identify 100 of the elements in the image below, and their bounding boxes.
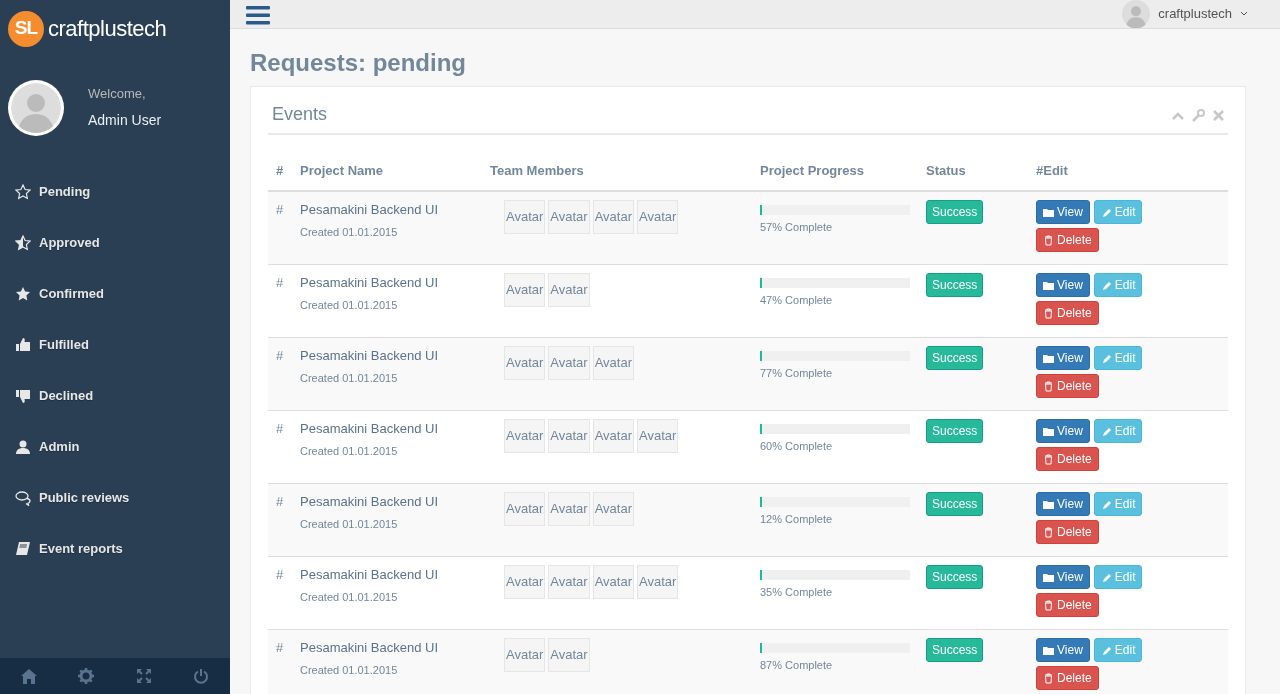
pencil-icon	[1100, 279, 1112, 291]
avatar-image: Avatar	[504, 565, 546, 599]
menu-icon	[246, 4, 270, 25]
avatar-image: Avatar	[592, 492, 635, 526]
view-button[interactable]: View	[1036, 492, 1090, 517]
created-date: Created 01.01.2015	[300, 662, 399, 678]
delete-button[interactable]: Delete	[1036, 228, 1099, 253]
row-index: #	[268, 191, 292, 265]
avatar-image: Avatar	[504, 200, 546, 234]
trash-icon	[1043, 234, 1054, 246]
power-icon	[193, 668, 210, 684]
avatar-image: Avatar	[548, 200, 590, 234]
sidebar-item[interactable]: Declined	[0, 370, 230, 421]
progress-text: 57% Complete	[760, 220, 834, 236]
progress-text: 12% Complete	[760, 512, 834, 528]
created-date: Created 01.01.2015	[300, 297, 399, 313]
project-name: Pesamakini Backend UI	[300, 493, 439, 512]
pencil-icon	[1100, 425, 1112, 437]
trash-icon	[1043, 672, 1054, 684]
view-button[interactable]: View	[1036, 346, 1090, 371]
expand-icon	[135, 668, 152, 684]
project-name: Pesamakini Backend UI	[300, 347, 439, 366]
thumbs-down-icon	[15, 387, 31, 404]
avatar-image: Avatar	[504, 273, 546, 307]
avatar-image: Avatar	[548, 492, 590, 526]
created-date: Created 01.01.2015	[300, 370, 399, 386]
page-title: Requests: pending	[250, 49, 467, 78]
home-icon	[19, 668, 38, 684]
panel-title: Events	[272, 103, 328, 127]
sidebar-item[interactable]: Approved	[0, 217, 230, 268]
book-icon	[15, 540, 31, 557]
close-icon	[1213, 110, 1224, 122]
thumbs-up-icon	[15, 336, 31, 353]
trash-icon	[1043, 380, 1054, 392]
trash-icon	[1043, 526, 1054, 538]
delete-button[interactable]: Delete	[1036, 301, 1099, 326]
view-button[interactable]: View	[1036, 638, 1090, 663]
sidebar-item[interactable]: Event reports	[0, 523, 230, 574]
avatar-image: Avatar	[504, 492, 546, 526]
created-date: Created 01.01.2015	[300, 589, 399, 605]
avatar-image: Avatar	[548, 419, 590, 453]
pencil-icon	[1100, 498, 1112, 510]
sidebar-item[interactable]: Admin	[0, 421, 230, 472]
gear-icon	[78, 668, 95, 684]
user-icon	[15, 438, 31, 455]
half-star-icon	[15, 234, 31, 251]
pencil-icon	[1100, 352, 1112, 364]
avatar-image: Avatar	[592, 200, 635, 234]
created-date: Created 01.01.2015	[300, 516, 399, 532]
folder-icon	[1043, 498, 1054, 510]
sidebar-item[interactable]: Confirmed	[0, 268, 230, 319]
pencil-icon	[1100, 644, 1112, 656]
delete-button[interactable]: Delete	[1036, 520, 1099, 545]
user-menu[interactable]: craftplustech	[1158, 4, 1232, 24]
pencil-icon	[1100, 206, 1112, 218]
avatar-image: Avatar	[504, 419, 546, 453]
avatar-image: Avatar	[637, 419, 679, 453]
sidebar-item[interactable]: Fulfilled	[0, 319, 230, 370]
status-badge: Success	[926, 273, 984, 298]
project-name: Pesamakini Backend UI	[300, 201, 439, 220]
created-date: Created 01.01.2015	[300, 224, 399, 240]
trash-icon	[1043, 599, 1054, 611]
status-badge: Success	[926, 638, 984, 663]
trash-icon	[1043, 453, 1054, 465]
avatar-image: Avatar	[592, 419, 635, 453]
view-button[interactable]: View	[1036, 419, 1090, 444]
speech-bubbles-icon	[15, 489, 31, 506]
delete-button[interactable]: Delete	[1036, 593, 1099, 618]
delete-button[interactable]: Delete	[1036, 666, 1099, 691]
view-button[interactable]: View	[1036, 273, 1090, 298]
star-outline-icon	[15, 183, 31, 200]
sidebar-item[interactable]: Public reviews	[0, 472, 230, 523]
progress-text: 60% Complete	[760, 439, 834, 455]
view-button[interactable]: View	[1036, 565, 1090, 590]
avatar-image: Avatar	[548, 565, 590, 599]
progress-text: 77% Complete	[760, 366, 834, 382]
avatar-image: Avatar	[592, 346, 635, 380]
welcome-text: Welcome,	[88, 85, 147, 104]
delete-button[interactable]: Delete	[1036, 447, 1099, 472]
avatar-image: Avatar	[504, 638, 546, 672]
avatar-image: Avatar	[592, 565, 635, 599]
project-name: Pesamakini Backend UI	[300, 639, 439, 658]
row-index: #	[268, 337, 292, 411]
project-name: Pesamakini Backend UI	[300, 420, 439, 439]
star-icon	[15, 285, 31, 302]
folder-icon	[1043, 206, 1054, 218]
avatar-image: Avatar	[637, 200, 679, 234]
user-name: Admin User	[88, 110, 162, 130]
folder-icon	[1043, 644, 1054, 656]
status-badge: Success	[926, 565, 984, 590]
brand-name: craftplustech	[48, 15, 167, 43]
status-badge: Success	[926, 492, 984, 517]
delete-button[interactable]: Delete	[1036, 374, 1099, 399]
pencil-icon	[1100, 571, 1112, 583]
view-button[interactable]: View	[1036, 200, 1090, 225]
row-index: #	[268, 629, 292, 694]
sidebar-item[interactable]: Pending	[0, 166, 230, 217]
folder-icon	[1043, 279, 1054, 291]
avatar-image: Avatar	[548, 273, 590, 307]
chevron-up-icon	[1172, 111, 1184, 120]
